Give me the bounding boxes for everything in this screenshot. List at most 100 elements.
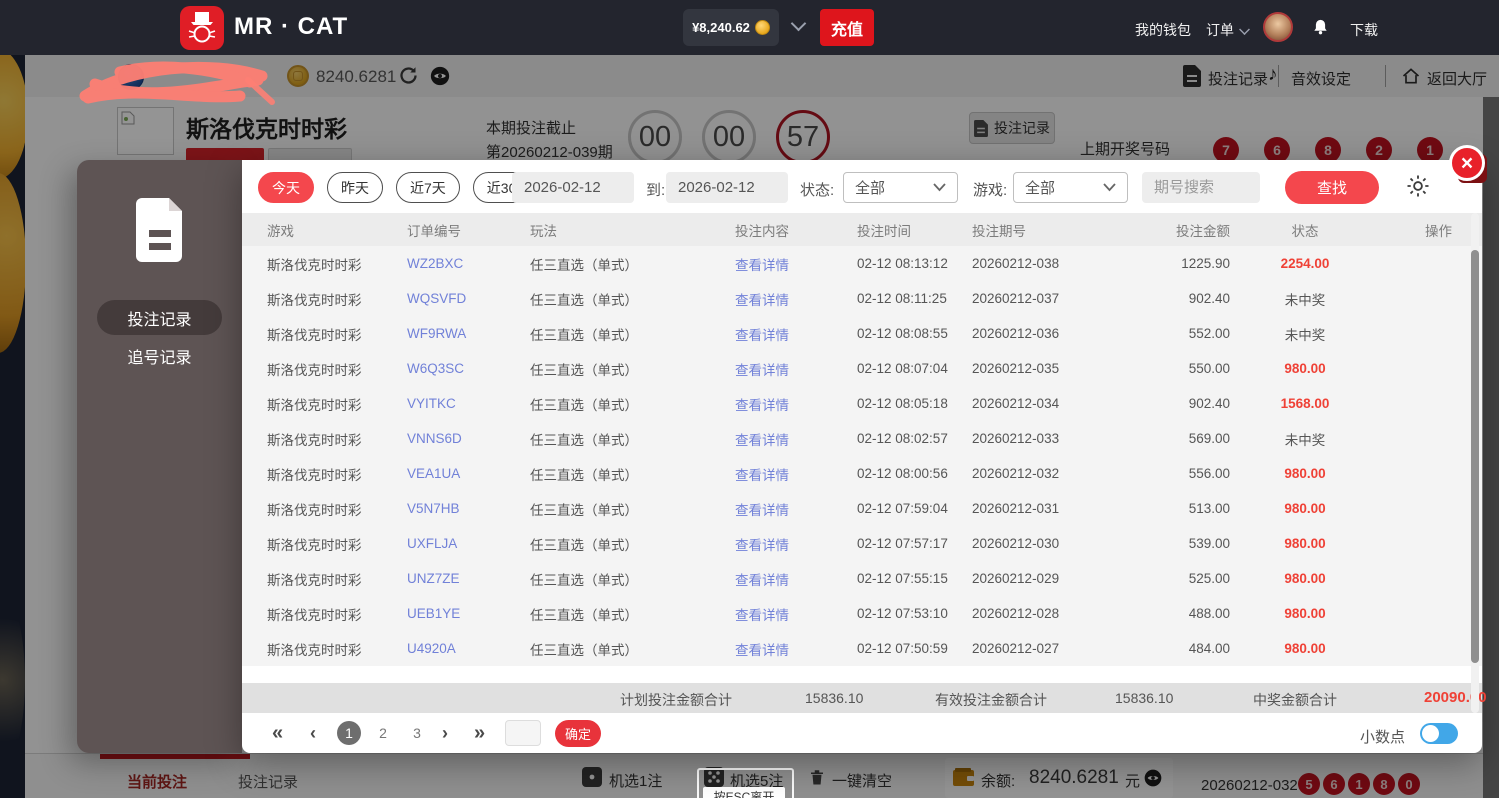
order-id-link[interactable]: W6Q3SC	[407, 361, 530, 376]
row-period: 20260212-033	[972, 431, 1060, 446]
view-detail-link[interactable]: 查看详情	[735, 534, 857, 554]
status-select[interactable]: 全部	[843, 172, 958, 203]
table-row: 斯洛伐克时时彩 UEB1YE 任三直选（单式） 查看详情 02-12 07:53:10 2…	[242, 596, 1482, 631]
quick-filter-1[interactable]: 昨天	[327, 172, 383, 203]
user-avatar[interactable]	[1263, 12, 1293, 42]
order-id-link[interactable]: UEB1YE	[407, 606, 530, 621]
date-to-input[interactable]	[666, 172, 788, 203]
order-id-link[interactable]: WZ2BXC	[407, 256, 530, 271]
table-row: 斯洛伐克时时彩 U4920A 任三直选（单式） 查看详情 02-12 07:50:59 2…	[242, 631, 1482, 666]
first-page-button[interactable]: «	[272, 722, 283, 745]
row-game: 斯洛伐克时时彩	[267, 572, 362, 588]
table-row: 斯洛伐克时时彩 WQSVFD 任三直选（单式） 查看详情 02-12 08:11:25 2…	[242, 281, 1482, 316]
brand-logo-icon[interactable]	[180, 6, 224, 50]
esc-hint-tooltip: 按ESC离开	[703, 787, 785, 798]
row-status: 未中奖	[1284, 327, 1326, 343]
valid-total-label: 有效投注金额合计	[935, 692, 1047, 708]
plan-total-label: 计划投注金额合计	[620, 692, 732, 708]
table-row: 斯洛伐克时时彩 VYITKC 任三直选（单式） 查看详情 02-12 08:05:18 2…	[242, 386, 1482, 421]
view-detail-link[interactable]: 查看详情	[735, 604, 857, 624]
row-game: 斯洛伐克时时彩	[267, 362, 362, 378]
table-row: 斯洛伐克时时彩 UNZ7ZE 任三直选（单式） 查看详情 02-12 07:55:15 2…	[242, 561, 1482, 596]
order-id-link[interactable]: V5N7HB	[407, 501, 530, 516]
row-status: 未中奖	[1284, 292, 1326, 308]
brand-name: MR · CAT	[234, 13, 349, 40]
order-id-link[interactable]: WF9RWA	[407, 326, 530, 341]
sidebar-item-chase-records[interactable]: 追号记录	[77, 344, 242, 368]
quick-filter-2[interactable]: 近7天	[396, 172, 460, 203]
orders-menu[interactable]: 订单	[1206, 20, 1234, 40]
row-time: 02-12 07:57:17	[857, 536, 948, 551]
row-status: 1568.00	[1280, 396, 1330, 411]
row-amount: 556.00	[1188, 466, 1230, 481]
view-detail-link[interactable]: 查看详情	[735, 429, 857, 449]
order-id-link[interactable]: VYITKC	[407, 396, 530, 411]
order-id-link[interactable]: UNZ7ZE	[407, 571, 530, 586]
page-button-1[interactable]: 1	[337, 721, 361, 745]
page-jump-input[interactable]	[505, 720, 541, 746]
row-game: 斯洛伐克时时彩	[267, 327, 362, 343]
row-period: 20260212-037	[972, 291, 1060, 306]
row-game: 斯洛伐克时时彩	[267, 502, 362, 518]
confirm-page-button[interactable]: 确定	[555, 720, 601, 747]
row-play: 任三直选（单式）	[530, 502, 638, 518]
close-icon[interactable]: ×	[1449, 145, 1485, 181]
order-id-link[interactable]: VEA1UA	[407, 466, 530, 481]
row-game: 斯洛伐克时时彩	[267, 607, 362, 623]
period-search-input[interactable]	[1142, 172, 1260, 203]
view-detail-link[interactable]: 查看详情	[735, 499, 857, 519]
quick-filter-0[interactable]: 今天	[258, 172, 314, 203]
sidebar-item-bet-records[interactable]: 投注记录	[97, 300, 222, 335]
order-id-link[interactable]: UXFLJA	[407, 536, 530, 551]
game-select[interactable]: 全部	[1013, 172, 1128, 203]
gear-icon[interactable]	[1405, 173, 1431, 204]
modal-scrollbar-thumb[interactable]	[1471, 250, 1479, 663]
summary-bar: 计划投注金额合计 15836.10 有效投注金额合计 15836.10 中奖金额…	[242, 683, 1487, 713]
page-button-2[interactable]: 2	[371, 721, 395, 745]
notification-bell-icon[interactable]	[1312, 17, 1329, 42]
next-page-button[interactable]: ›	[442, 723, 448, 744]
last-page-button[interactable]: »	[474, 722, 485, 745]
search-button[interactable]: 查找	[1285, 171, 1379, 204]
view-detail-link[interactable]: 查看详情	[735, 569, 857, 589]
row-time: 02-12 08:13:12	[857, 256, 948, 271]
row-status: 未中奖	[1284, 432, 1326, 448]
date-from-input[interactable]	[512, 172, 634, 203]
row-amount: 1225.90	[1181, 256, 1230, 271]
row-status: 980.00	[1284, 571, 1326, 586]
page-button-3[interactable]: 3	[405, 721, 429, 745]
row-time: 02-12 08:07:04	[857, 361, 948, 376]
row-play: 任三直选（单式）	[530, 257, 638, 273]
row-amount: 513.00	[1188, 501, 1230, 516]
prev-page-button[interactable]: ‹	[310, 723, 316, 744]
view-detail-link[interactable]: 查看详情	[735, 254, 857, 274]
red-scribble-redaction	[79, 61, 275, 105]
modal-close-button[interactable]: ×	[1449, 145, 1493, 189]
view-detail-link[interactable]: 查看详情	[735, 639, 857, 659]
row-play: 任三直选（单式）	[530, 327, 638, 343]
chevron-down-icon[interactable]	[790, 15, 807, 32]
order-id-link[interactable]: VNNS6D	[407, 431, 530, 446]
row-time: 02-12 07:53:10	[857, 606, 948, 621]
pagination-bar: « ‹ 123 › » 确定 小数点	[242, 713, 1482, 753]
row-game: 斯洛伐克时时彩	[267, 292, 362, 308]
row-time: 02-12 08:02:57	[857, 431, 948, 446]
wallet-balance[interactable]: ¥8,240.62	[683, 9, 779, 46]
view-detail-link[interactable]: 查看详情	[735, 359, 857, 379]
row-period: 20260212-027	[972, 641, 1060, 656]
decimal-toggle[interactable]	[1420, 723, 1458, 744]
view-detail-link[interactable]: 查看详情	[735, 394, 857, 414]
download-link[interactable]: 下载	[1350, 20, 1378, 40]
order-id-link[interactable]: WQSVFD	[407, 291, 530, 306]
row-amount: 484.00	[1188, 641, 1230, 656]
row-play: 任三直选（单式）	[530, 292, 638, 308]
order-id-link[interactable]: U4920A	[407, 641, 530, 656]
chevron-down-icon	[933, 183, 946, 192]
recharge-button[interactable]: 充值	[820, 9, 874, 46]
view-detail-link[interactable]: 查看详情	[735, 464, 857, 484]
view-detail-link[interactable]: 查看详情	[735, 289, 857, 309]
row-amount: 902.40	[1188, 396, 1230, 411]
my-wallet-link[interactable]: 我的钱包	[1135, 20, 1191, 40]
modal-scrollbar[interactable]	[1471, 213, 1479, 713]
view-detail-link[interactable]: 查看详情	[735, 324, 857, 344]
